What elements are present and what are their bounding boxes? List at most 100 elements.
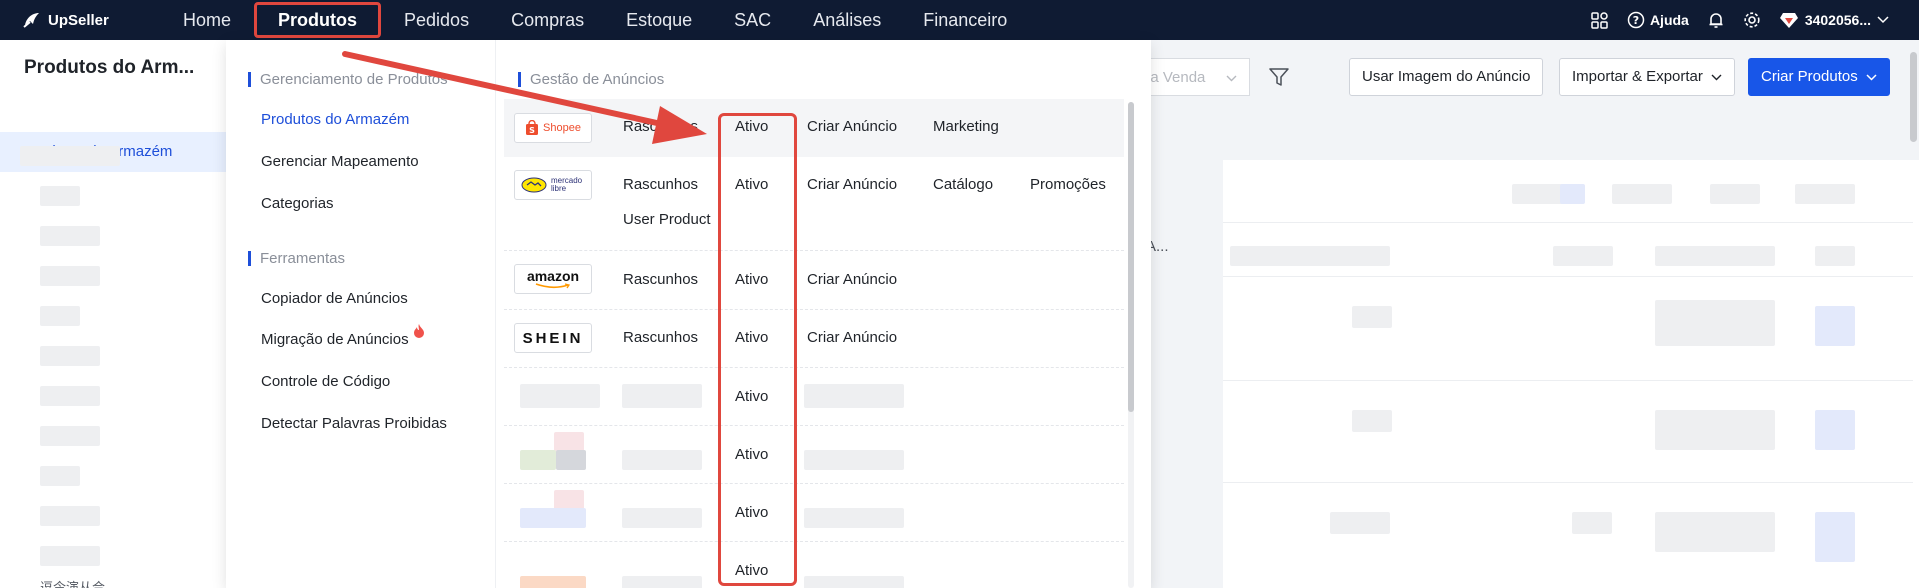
amazon-logo-text: amazon xyxy=(526,268,580,284)
blurred-item xyxy=(40,386,100,406)
main-nav: Home Produtos Pedidos Compras Estoque SA… xyxy=(162,0,1028,40)
help-label: Ajuda xyxy=(1649,12,1689,28)
blurred-logo xyxy=(520,508,586,528)
left-sidebar: Produtos do Arm... Produtos do Armazém 逗… xyxy=(0,40,226,588)
scrollbar-thumb[interactable] xyxy=(1128,102,1134,412)
shopee-bag-icon: S xyxy=(526,120,539,135)
nav-produtos[interactable]: Produtos xyxy=(254,2,382,38)
link-shein-criar-anuncio[interactable]: Criar Anúncio xyxy=(807,329,897,346)
link-ml-criar-anuncio[interactable]: Criar Anúncio xyxy=(807,176,897,193)
blurred-cell xyxy=(1352,306,1392,328)
import-export-button[interactable]: Importar & Exportar xyxy=(1559,58,1736,96)
chevron-down-icon xyxy=(1226,75,1237,82)
marketplace-row-blurred: Ativo xyxy=(504,542,1124,588)
blurred-cell xyxy=(1612,184,1672,204)
amazon-logo: amazon xyxy=(514,264,592,294)
menu-scrollbar[interactable] xyxy=(1128,102,1134,588)
marketplace-row-mercado-libre: mercado libre Rascunhos Ativo Criar Anún… xyxy=(504,157,1124,251)
blurred-item xyxy=(40,306,80,326)
marketplace-row-shopee: S Shopee Rascunhos Ativo Criar Anúncio M… xyxy=(504,99,1124,157)
menu-link-categorias[interactable]: Categorias xyxy=(261,195,334,212)
bell-icon[interactable] xyxy=(1707,11,1725,29)
import-export-label: Importar & Exportar xyxy=(1572,68,1703,85)
blurred-item xyxy=(40,546,100,566)
blurred-cell xyxy=(1655,512,1775,552)
nav-estoque[interactable]: Estoque xyxy=(605,0,713,40)
nav-home[interactable]: Home xyxy=(162,0,252,40)
link-shopee-criar-anuncio[interactable]: Criar Anúncio xyxy=(807,118,897,135)
sidebar-title: Produtos do Arm... xyxy=(24,57,195,78)
filter-icon[interactable] xyxy=(1268,66,1290,88)
menu-right-column: Gestão de Anúncios S Shopee Rascunhos At… xyxy=(496,40,1151,588)
account-menu[interactable]: 3402056... xyxy=(1779,11,1889,29)
blurred-cell xyxy=(1655,410,1775,450)
link-amazon-criar-anuncio[interactable]: Criar Anúncio xyxy=(807,271,897,288)
link-shein-rascunhos[interactable]: Rascunhos xyxy=(623,329,698,346)
blurred-logo xyxy=(554,490,584,510)
link-ml-user-product[interactable]: User Product xyxy=(623,211,711,228)
blurred-link xyxy=(804,508,904,528)
fire-icon xyxy=(413,324,424,338)
blurred-link xyxy=(622,384,702,408)
marketplace-row-blurred: Ativo xyxy=(504,368,1124,426)
blurred-cell xyxy=(1795,184,1855,204)
blurred-cell xyxy=(1815,410,1855,450)
link-amazon-rascunhos[interactable]: Rascunhos xyxy=(623,271,698,288)
use-listing-image-button[interactable]: Usar Imagem do Anúncio xyxy=(1349,58,1544,96)
svg-text:S: S xyxy=(529,126,535,135)
section-heading-product-management: Gerenciamento de Produtos xyxy=(248,71,448,88)
menu-link-controle-codigo[interactable]: Controle de Código xyxy=(261,373,390,390)
shein-logo: SHEIN xyxy=(514,323,592,353)
apps-grid-icon[interactable] xyxy=(1591,11,1609,29)
amazon-smile-icon xyxy=(535,283,571,289)
nav-sac[interactable]: SAC xyxy=(713,0,792,40)
blurred-cell xyxy=(1655,246,1775,266)
table-divider xyxy=(1223,276,1913,277)
mercado-libre-logo-text: mercado libre xyxy=(551,176,583,193)
gear-icon[interactable] xyxy=(1743,11,1761,29)
brand-logo[interactable]: UpSeller xyxy=(22,10,152,30)
create-products-button[interactable]: Criar Produtos xyxy=(1748,58,1890,96)
mercado-libre-logo: mercado libre xyxy=(514,170,592,200)
link-ml-rascunhos[interactable]: Rascunhos xyxy=(623,176,698,193)
blurred-item xyxy=(20,146,120,166)
link-ml-promocoes[interactable]: Promoções xyxy=(1030,176,1106,193)
blurred-link xyxy=(804,576,904,588)
nav-pedidos[interactable]: Pedidos xyxy=(383,0,490,40)
blurred-item xyxy=(40,426,100,446)
nav-compras[interactable]: Compras xyxy=(490,0,605,40)
nav-financeiro[interactable]: Financeiro xyxy=(902,0,1028,40)
marketplace-row-blurred: Ativo xyxy=(504,426,1124,484)
blurred-cell xyxy=(1553,246,1613,266)
help-button[interactable]: ? Ajuda xyxy=(1627,11,1689,29)
topbar-actions: ? Ajuda 3402056... xyxy=(1591,0,1919,40)
shein-logo-text: SHEIN xyxy=(522,329,584,347)
menu-left-column: Gerenciamento de Produtos Produtos do Ar… xyxy=(226,40,496,588)
blurred-cell xyxy=(1815,306,1855,346)
table-divider xyxy=(1223,380,1913,381)
chevron-down-icon xyxy=(1866,74,1877,81)
link-ml-catalogo[interactable]: Catálogo xyxy=(933,176,993,193)
menu-link-gerenciar-mapeamento[interactable]: Gerenciar Mapeamento xyxy=(261,153,419,170)
menu-link-migracao-anuncios[interactable]: Migração de Anúncios xyxy=(261,324,425,348)
menu-link-copiador-anuncios[interactable]: Copiador de Anúncios xyxy=(261,290,408,307)
blurred-logo xyxy=(554,432,584,452)
nav-analises[interactable]: Análises xyxy=(792,0,902,40)
page-scrollbar[interactable] xyxy=(1908,0,1919,588)
scrollbar-thumb[interactable] xyxy=(1910,52,1917,142)
link-shopee-marketing[interactable]: Marketing xyxy=(933,118,999,135)
select-placeholder: da Venda xyxy=(1142,69,1206,86)
shopee-logo-text: Shopee xyxy=(543,122,581,134)
blurred-item xyxy=(40,506,100,526)
marketplace-row-amazon: amazon Rascunhos Ativo Criar Anúncio xyxy=(504,251,1124,310)
top-navbar: UpSeller Home Produtos Pedidos Compras E… xyxy=(0,0,1919,40)
section-heading-tools: Ferramentas xyxy=(248,250,345,267)
link-shopee-rascunhos[interactable]: Rascunhos xyxy=(623,118,698,135)
blurred-cell xyxy=(1815,512,1855,562)
highlight-box-ativo-column xyxy=(718,113,797,586)
menu-link-detectar-palavras[interactable]: Detectar Palavras Proibidas xyxy=(261,415,447,432)
table-divider xyxy=(1223,482,1913,483)
menu-link-produtos-armazem[interactable]: Produtos do Armazém xyxy=(261,111,409,128)
produtos-mega-menu: Gerenciamento de Produtos Produtos do Ar… xyxy=(226,40,1151,588)
blurred-item xyxy=(40,266,100,286)
